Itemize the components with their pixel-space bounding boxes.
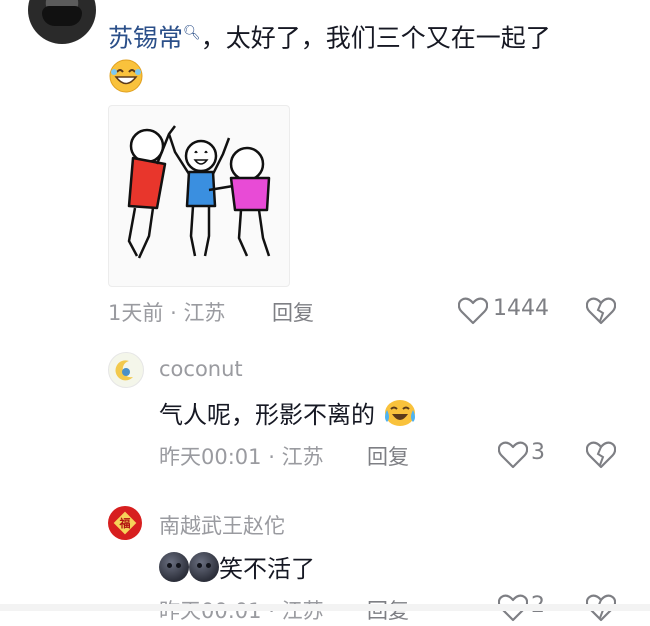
meta-separator: · [268,445,275,469]
reply-location: 江苏 [281,445,324,469]
reply-username[interactable]: 南越武王赵佗 [159,510,285,540]
heart-icon [457,297,489,325]
reply-time: 昨天00:01 [159,599,262,623]
moon-avatar-icon [115,360,133,381]
comment-text-line: 苏锡常🔍︎，太好了，我们三个又在一起了 [108,16,551,55]
reply-avatar[interactable] [108,352,144,388]
reply-text: 气人呢，形影不离的 [159,401,375,429]
search-icon[interactable]: 🔍︎ [183,25,201,41]
comment-location: 江苏 [183,301,226,325]
comment-meta: 1天前 · 江苏 [108,297,225,327]
laughing-emoji-icon [108,58,144,98]
like-count: 1444 [493,296,549,321]
reply-avatar[interactable]: 福 [108,506,142,540]
reply-text: 笑不活了 [219,555,315,583]
reply-username[interactable]: coconut [159,357,243,381]
dislike-button[interactable] [585,441,617,473]
like-button[interactable] [497,441,529,473]
face-mask-graphic [42,6,82,26]
dark-moon-emoji-icon [189,551,219,582]
heart-icon [497,441,529,469]
avatar-text: 福 [119,517,131,530]
like-count: 3 [531,440,545,465]
reply-text-line: 气人呢，形影不离的 [159,395,417,434]
dark-moon-emoji-icon [159,551,189,582]
commenter-avatar[interactable] [28,0,96,44]
reply-meta: 昨天00:01 · 江苏 [159,441,324,471]
broken-heart-icon [585,441,617,469]
bottom-edge [0,604,650,611]
meta-separator: · [268,599,275,623]
broken-heart-icon [585,297,617,325]
three-friends-sticker [127,125,271,259]
reply-button[interactable]: 回复 [272,297,314,327]
reply-text-line: 笑不活了 [159,549,315,584]
comment-text: ，太好了，我们三个又在一起了 [200,23,551,53]
reply-location: 江苏 [281,599,324,623]
reply-button[interactable]: 回复 [367,441,409,471]
sticker-image[interactable] [108,105,290,287]
comment-time: 1天前 [108,301,164,325]
meta-separator: · [170,301,177,325]
mention-link[interactable]: 苏锡常 [108,23,183,52]
crying-laugh-emoji-icon [383,398,417,434]
dislike-button[interactable] [585,297,617,329]
like-button[interactable] [457,297,489,329]
reply-time: 昨天00:01 [159,445,262,469]
